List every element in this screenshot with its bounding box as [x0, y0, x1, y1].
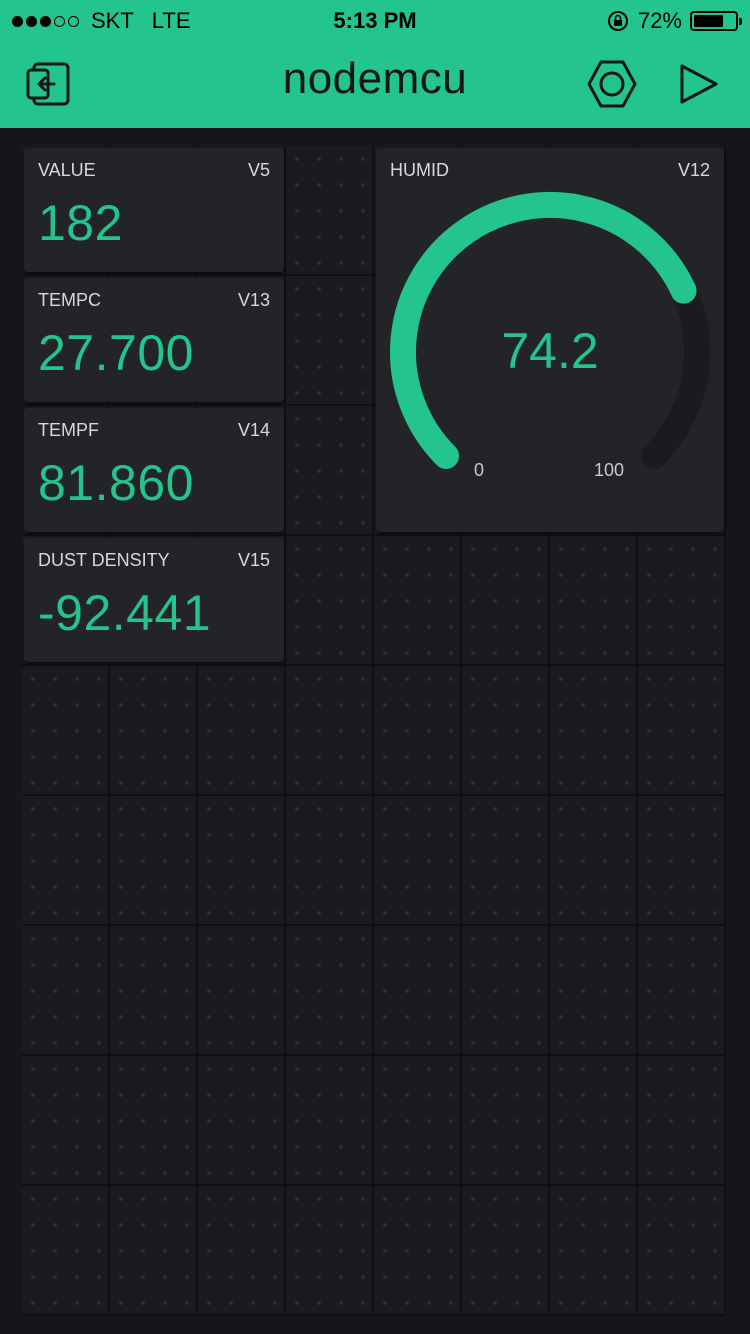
dust-density-display-widget[interactable]: DUST DENSITY V15 -92.441	[24, 538, 284, 662]
tempf-display-widget[interactable]: TEMPF V14 81.860	[24, 408, 284, 532]
widget-value: 27.700	[38, 325, 194, 381]
play-icon[interactable]	[670, 54, 730, 114]
widget-pin: V14	[237, 420, 270, 440]
widget-pin: V13	[237, 290, 270, 310]
widget-value: -92.441	[38, 585, 212, 641]
app-header: SKT LTE 5:13 PM 72% nodemcu	[0, 0, 750, 128]
settings-hexagon-icon[interactable]	[582, 54, 642, 114]
value-display-widget[interactable]: VALUE V5 182	[24, 148, 284, 272]
gauge-value: 74.2	[501, 323, 599, 379]
rotation-lock-icon	[607, 11, 628, 31]
widget-label: DUST DENSITY	[38, 550, 170, 570]
widget-label: TEMPC	[38, 290, 101, 310]
humid-gauge-widget[interactable]: HUMID V12 74.2 0 100	[376, 148, 724, 532]
widget-label: TEMPF	[38, 420, 99, 440]
status-bar: SKT LTE 5:13 PM 72%	[0, 0, 750, 40]
gauge-max-label: 100	[594, 460, 625, 480]
gauge-min-label: 0	[474, 460, 485, 480]
widget-label: VALUE	[38, 160, 96, 180]
widget-pin: V15	[237, 550, 270, 570]
battery-icon	[690, 11, 742, 31]
tempc-display-widget[interactable]: TEMPC V13 27.700	[24, 278, 284, 402]
app-bar: nodemcu	[0, 40, 750, 128]
widget-pin: V5	[247, 160, 270, 180]
battery-percent: 72%	[637, 8, 682, 33]
widget-value: 182	[38, 195, 123, 251]
widget-value: 81.860	[38, 455, 194, 511]
